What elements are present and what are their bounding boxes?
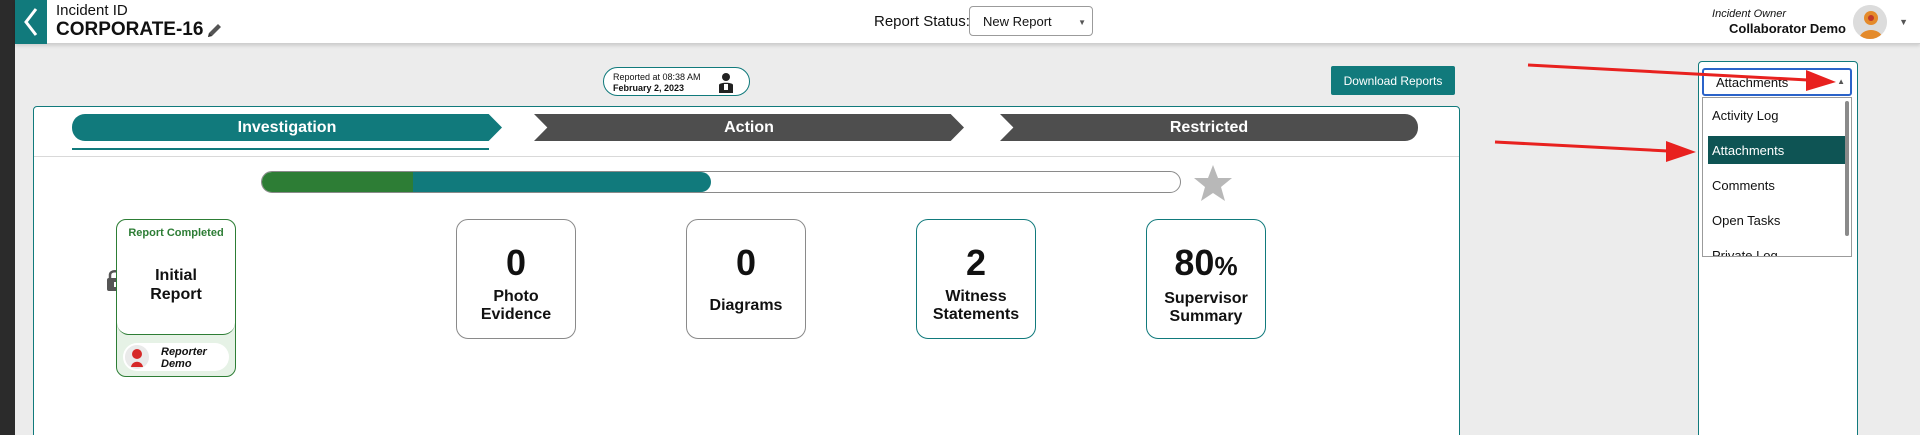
supervisor-summary-card[interactable]: 80% Supervisor Summary bbox=[1146, 219, 1266, 339]
top-header: Incident ID CORPORATE-16 Report Status: … bbox=[15, 0, 1920, 44]
diagrams-card[interactable]: 0 Diagrams bbox=[686, 219, 806, 339]
photo-evidence-card[interactable]: 0 Photo Evidence bbox=[456, 219, 576, 339]
report-status-label: Report Status: bbox=[874, 13, 970, 30]
percent-sign: % bbox=[1214, 251, 1238, 281]
tab-restricted[interactable]: Restricted bbox=[1000, 114, 1418, 141]
progress-fill-in-progress bbox=[413, 172, 711, 192]
reporter-avatar-icon bbox=[125, 345, 149, 369]
reporter-name-line2: Demo bbox=[161, 358, 192, 370]
log-type-dropdown-list[interactable]: Activity Log Attachments Comments Open T… bbox=[1702, 97, 1852, 257]
supervisor-summary-label: Supervisor Summary bbox=[1147, 290, 1265, 326]
reporter-name: Reporter Demo bbox=[161, 346, 207, 370]
log-type-select[interactable]: Attachments ▲ bbox=[1702, 68, 1852, 96]
photo-evidence-count: 0 bbox=[505, 242, 527, 283]
download-reports-button[interactable]: Download Reports bbox=[1331, 66, 1455, 95]
photo-evidence-label-line2: Evidence bbox=[480, 306, 552, 323]
main-panel: Investigation Action Restricted Report C… bbox=[33, 106, 1460, 435]
tabs-divider bbox=[34, 156, 1459, 157]
owner-avatar[interactable] bbox=[1853, 5, 1887, 39]
reporter-person-icon bbox=[719, 73, 733, 93]
initial-report-title-line1: Initial bbox=[155, 267, 197, 284]
reported-time: Reported at 08:38 AM bbox=[613, 72, 701, 82]
progress-fill-completed bbox=[262, 172, 413, 192]
initial-report-title: Initial Report bbox=[117, 266, 235, 304]
incident-id-label: Incident ID bbox=[56, 2, 128, 19]
diagrams-label: Diagrams bbox=[709, 297, 783, 314]
diagrams-count: 0 bbox=[735, 242, 757, 283]
caret-up-icon: ▲ bbox=[1837, 77, 1845, 86]
annotation-arrow-to-attachments bbox=[1494, 140, 1696, 162]
dropdown-option-attachments[interactable]: Attachments bbox=[1708, 136, 1846, 164]
reported-timestamp-pill: Reported at 08:38 AM February 2, 2023 bbox=[603, 67, 750, 96]
back-button[interactable] bbox=[15, 0, 47, 44]
dropdown-option-activity-log[interactable]: Activity Log bbox=[1708, 101, 1846, 129]
initial-report-card[interactable]: Report Completed Initial Report Reporter… bbox=[116, 219, 236, 377]
caret-down-icon: ▼ bbox=[1078, 18, 1086, 27]
witness-statements-label: Witness Statements bbox=[917, 288, 1035, 324]
tab-investigation[interactable]: Investigation bbox=[72, 114, 502, 141]
user-avatar-icon bbox=[1853, 5, 1887, 39]
reporter-name-line1: Reporter bbox=[161, 346, 207, 358]
dropdown-scrollbar[interactable] bbox=[1845, 101, 1849, 236]
report-status-select[interactable]: New Report ▼ bbox=[969, 6, 1093, 36]
initial-report-title-line2: Report bbox=[150, 286, 202, 303]
left-edge-strip bbox=[0, 0, 15, 435]
tab-investigation-label: Investigation bbox=[237, 118, 337, 136]
tab-action[interactable]: Action bbox=[534, 114, 964, 141]
supervisor-summary-value: 80 bbox=[1174, 242, 1215, 283]
initial-report-inner: Report Completed Initial Report bbox=[117, 220, 235, 335]
reporter-chip: Reporter Demo bbox=[123, 343, 229, 371]
tab-action-label: Action bbox=[724, 118, 774, 136]
report-status-value: New Report bbox=[983, 14, 1052, 29]
dropdown-option-open-tasks[interactable]: Open Tasks bbox=[1708, 206, 1846, 234]
supervisor-summary-label-line1: Supervisor bbox=[1164, 290, 1248, 307]
report-completed-status: Report Completed bbox=[128, 227, 224, 239]
witness-statements-card[interactable]: 2 Witness Statements bbox=[916, 219, 1036, 339]
dropdown-option-private-log[interactable]: Private Log bbox=[1708, 241, 1846, 256]
incident-owner-label: Incident Owner bbox=[1712, 8, 1786, 20]
incident-owner-name: Collaborator Demo bbox=[1728, 21, 1846, 36]
active-tab-underline bbox=[72, 148, 489, 150]
supervisor-summary-label-line2: Summary bbox=[1169, 308, 1243, 325]
witness-statements-label-line2: Statements bbox=[932, 306, 1020, 323]
chevron-left-icon bbox=[24, 8, 38, 36]
supervisor-summary-percent: 80% bbox=[1147, 242, 1265, 284]
pencil-icon[interactable] bbox=[206, 21, 224, 39]
witness-statements-count: 2 bbox=[965, 242, 987, 283]
incident-id-value: CORPORATE-16 bbox=[56, 19, 204, 40]
tab-restricted-label: Restricted bbox=[1169, 118, 1249, 136]
witness-statements-label-line1: Witness bbox=[945, 288, 1007, 305]
progress-bar bbox=[261, 171, 1181, 193]
photo-evidence-label: Photo Evidence bbox=[457, 288, 575, 324]
owner-menu-caret-icon[interactable]: ▼ bbox=[1899, 17, 1908, 27]
star-icon[interactable] bbox=[1192, 163, 1234, 203]
reported-date: February 2, 2023 bbox=[613, 83, 685, 93]
log-type-selected-value: Attachments bbox=[1716, 75, 1789, 90]
photo-evidence-label-line1: Photo bbox=[493, 288, 539, 305]
dropdown-option-comments[interactable]: Comments bbox=[1708, 171, 1846, 199]
